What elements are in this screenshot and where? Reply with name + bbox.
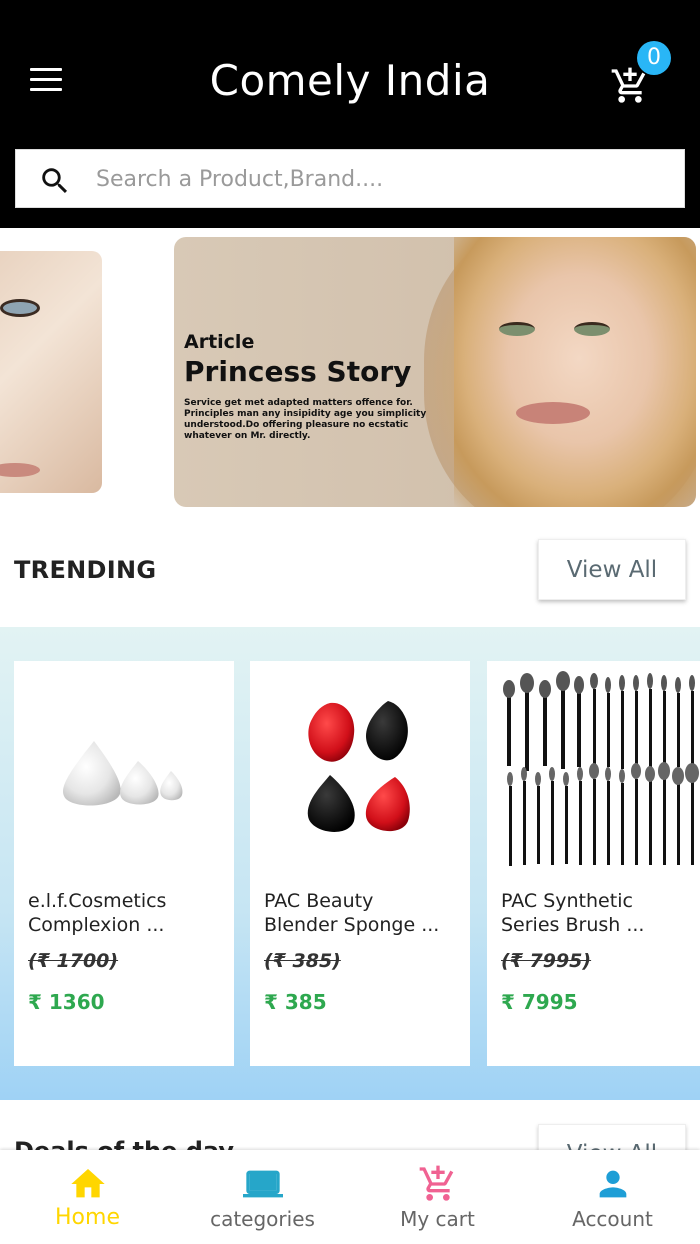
product-name-line1: PAC Synthetic — [501, 890, 633, 912]
sponge-set-image — [63, 741, 183, 806]
nav-home[interactable]: Home — [0, 1150, 175, 1244]
nav-home-label: Home — [55, 1205, 120, 1230]
nav-categories-label: categories — [210, 1207, 315, 1231]
product-name-line2: Series Brush ... — [501, 914, 645, 936]
product-name-line2: Complexion ... — [28, 914, 165, 936]
nav-my-cart[interactable]: My cart — [350, 1150, 525, 1244]
blender-sponges-image — [307, 701, 410, 832]
product-price: ₹ 7995 — [501, 990, 578, 1014]
cart-count-badge: 0 — [637, 41, 671, 75]
nav-categories[interactable]: categories — [175, 1150, 350, 1244]
search-bar[interactable] — [15, 149, 685, 208]
product-price: ₹ 385 — [264, 990, 327, 1014]
trending-view-all-button[interactable]: View All — [538, 539, 686, 600]
banner-title: Princess Story — [184, 355, 412, 388]
nav-my-cart-label: My cart — [400, 1207, 475, 1231]
product-name-line1: e.l.f.Cosmetics — [28, 890, 167, 912]
search-icon — [42, 168, 68, 194]
account-icon — [599, 1170, 627, 1198]
categories-icon — [243, 1170, 283, 1198]
app-title: Comely India — [209, 56, 491, 105]
app-header: Comely India 0 — [0, 0, 700, 228]
carousel-banner-princess-story[interactable]: Article Princess Story Service get met a… — [174, 237, 696, 507]
product-mrp: (₹ 385) — [264, 950, 341, 972]
product-card[interactable]: PAC Synthetic Series Brush ... (₹ 7995) … — [487, 661, 700, 1066]
home-icon — [71, 1169, 105, 1198]
product-card[interactable]: e.l.f.Cosmetics Complexion ... (₹ 1700) … — [14, 661, 234, 1066]
product-name-line1: PAC Beauty — [264, 890, 374, 912]
banner-text: Service get met adapted matters offence … — [184, 398, 427, 441]
product-name-line2: Blender Sponge ... — [264, 914, 440, 936]
product-price: ₹ 1360 — [28, 990, 105, 1014]
banner-kicker: Article — [184, 331, 255, 353]
product-mrp: (₹ 1700) — [28, 950, 119, 972]
product-mrp: (₹ 7995) — [501, 950, 592, 972]
product-card[interactable]: PAC Beauty Blender Sponge ... (₹ 385) ₹ … — [250, 661, 470, 1066]
search-input[interactable] — [96, 158, 666, 200]
banner-model-image — [454, 237, 696, 507]
brush-set-image — [503, 671, 699, 866]
nav-account[interactable]: Account — [525, 1150, 700, 1244]
trending-section-title: TRENDING — [14, 556, 157, 584]
carousel-banner-previous[interactable] — [0, 251, 102, 493]
bottom-navigation: Home categories My cart Account — [0, 1150, 700, 1244]
cart-icon — [419, 1165, 454, 1201]
next-section-title: Deals of the day — [14, 1136, 234, 1150]
nav-account-label: Account — [572, 1207, 653, 1231]
